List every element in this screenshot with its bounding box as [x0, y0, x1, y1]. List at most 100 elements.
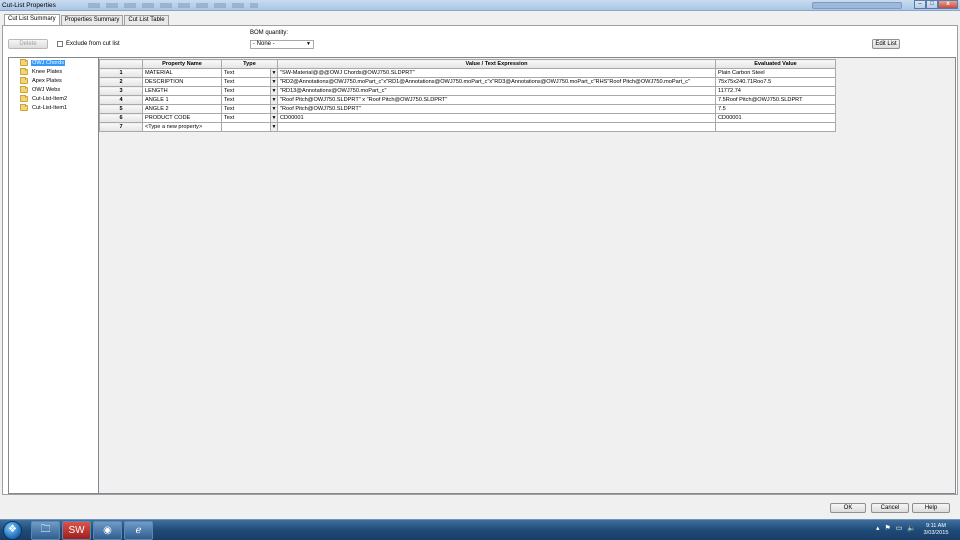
row-number[interactable]: 5 — [99, 104, 143, 114]
evaluated-value-cell: 75x75x240.71Roo7.5 — [715, 77, 836, 87]
row-number[interactable]: 7 — [99, 122, 143, 132]
tray-arrow-icon[interactable]: ▴ — [876, 524, 880, 532]
clock-time: 9:11 AM — [925, 523, 947, 529]
value-expression-cell[interactable]: "RD2@Annotations@OWJ750.moPart_c"x"RD1@A… — [277, 77, 716, 87]
minimize-button[interactable]: – — [914, 0, 926, 9]
header-evaluated-value[interactable]: Evaluated Value — [715, 59, 836, 69]
tab-cut-list-table[interactable]: Cut List Table — [124, 15, 169, 25]
chevron-down-icon[interactable]: ▼ — [270, 87, 277, 95]
window-titlebar: Cut-List Properties – □ x — [0, 0, 960, 11]
taskbar-clock[interactable]: 9:11 AM 3/03/2015 — [916, 523, 956, 537]
folder-icon — [20, 95, 28, 102]
tree-item-apex-plates[interactable]: Apex Plates — [20, 77, 63, 85]
evaluated-value-cell: 7.5Roof Pitch@OWJ750.SLDPRT — [715, 95, 836, 105]
table-header-row: Property Name Type Value / Text Expressi… — [99, 59, 836, 69]
window-title: Cut-List Properties — [2, 2, 56, 9]
chevron-down-icon[interactable]: ▼ — [270, 78, 277, 86]
row-number[interactable]: 2 — [99, 77, 143, 87]
property-name-cell[interactable]: ANGLE 1 — [142, 95, 222, 105]
property-name-cell[interactable]: MATERIAL — [142, 68, 222, 78]
tab-strip: Cut List Summary Properties Summary Cut … — [4, 14, 170, 25]
header-row-number — [99, 59, 143, 69]
table-row: 2 DESCRIPTION Text ▼ "RD2@Annotations@OWJ… — [99, 77, 836, 87]
folder-icon — [20, 77, 28, 84]
type-cell[interactable]: Text ▼ — [221, 77, 278, 87]
tree-item-knee-plates[interactable]: Knee Plates — [20, 68, 63, 76]
cancel-button[interactable]: Cancel — [871, 503, 909, 513]
internet-explorer-icon[interactable]: ℯ — [124, 521, 153, 540]
type-value: Text — [224, 79, 235, 85]
value-expression-cell[interactable]: "Roof Pitch@OWJ750.SLDPRT" — [277, 104, 716, 114]
close-button[interactable]: x — [938, 0, 958, 9]
evaluated-value-cell — [715, 122, 836, 132]
evaluated-value-cell: 7.5 — [715, 104, 836, 114]
value-expression-cell[interactable]: "Roof Pitch@OWJ750.SLDPRT" x "Roof Pitch… — [277, 95, 716, 105]
explorer-folder-icon[interactable]: 🗀 — [31, 521, 60, 540]
tab-properties-summary[interactable]: Properties Summary — [60, 15, 124, 25]
tree-item-label: OWJ Chords — [31, 60, 66, 66]
value-expression-cell[interactable]: "RD13@Annotations@OWJ750.moPart_c" — [277, 86, 716, 96]
header-type[interactable]: Type — [221, 59, 278, 69]
cut-list-tree: OWJ Chords Knee Plates Apex Plates OWJ W… — [8, 57, 99, 494]
chevron-down-icon: ▼ — [306, 41, 311, 47]
media-app-icon[interactable]: ◉ — [93, 521, 122, 540]
chevron-down-icon[interactable]: ▼ — [270, 96, 277, 104]
network-icon[interactable]: ▭ — [896, 524, 903, 532]
type-value: Text — [224, 70, 235, 76]
property-name-cell[interactable]: LENGTH — [142, 86, 222, 96]
type-value: Text — [224, 88, 235, 94]
chevron-down-icon[interactable]: ▼ — [270, 123, 277, 131]
row-number[interactable]: 6 — [99, 113, 143, 123]
tab-cut-list-summary[interactable]: Cut List Summary — [4, 14, 60, 25]
edit-list-button[interactable]: Edit List — [872, 39, 900, 49]
property-name-cell[interactable]: DESCRIPTION — [142, 77, 222, 87]
tree-item-label: OWJ Webs — [32, 87, 61, 93]
evaluated-value-cell: 11772.74 — [715, 86, 836, 96]
chevron-down-icon[interactable]: ▼ — [270, 114, 277, 122]
solidworks-app-icon[interactable]: SW — [62, 521, 91, 540]
type-cell[interactable]: Text ▼ — [221, 104, 278, 114]
value-expression-cell[interactable]: CD00001 — [277, 113, 716, 123]
tree-item-owj-webs[interactable]: OWJ Webs — [20, 86, 61, 94]
type-value: Text — [224, 106, 235, 112]
type-value: Text — [224, 115, 235, 121]
type-cell[interactable]: Text ▼ — [221, 95, 278, 105]
type-cell[interactable]: ▼ — [221, 122, 278, 132]
tree-item-cut-list-item2[interactable]: Cut-List-Item2 — [20, 95, 68, 103]
evaluated-value-cell: Plain Carbon Steel — [715, 68, 836, 78]
background-search-box — [812, 2, 902, 9]
windows-taskbar: 🗀 SW ◉ ℯ ▴ ⚑ ▭ 🔈 9:11 AM 3/03/2015 — [0, 519, 960, 540]
property-name-cell[interactable]: ANGLE 2 — [142, 104, 222, 114]
folder-icon — [20, 68, 28, 75]
chevron-down-icon[interactable]: ▼ — [270, 69, 277, 77]
speaker-icon[interactable]: 🔈 — [907, 524, 916, 532]
type-cell[interactable]: Text ▼ — [221, 113, 278, 123]
tree-item-cut-list-item1[interactable]: Cut-List-Item1 — [20, 104, 68, 112]
maximize-button[interactable]: □ — [926, 0, 938, 9]
type-cell[interactable]: Text ▼ — [221, 68, 278, 78]
row-number[interactable]: 4 — [99, 95, 143, 105]
tree-item-owj-chords[interactable]: OWJ Chords — [20, 59, 66, 67]
new-property-cell[interactable]: <Type a new property> — [142, 122, 222, 132]
tree-item-label: Knee Plates — [32, 69, 63, 75]
value-expression-cell[interactable]: "SW-Material@@@OWJ Chords@OWJ750.SLDPRT" — [277, 68, 716, 78]
table-row: 6 PRODUCT CODE Text ▼ CD00001 CD00001 — [99, 113, 836, 123]
type-cell[interactable]: Text ▼ — [221, 86, 278, 96]
start-button[interactable] — [3, 521, 22, 540]
delete-button[interactable]: Delete — [8, 39, 48, 49]
chevron-down-icon[interactable]: ▼ — [270, 105, 277, 113]
tree-item-label: Cut-List-Item2 — [32, 96, 68, 102]
help-button[interactable]: Help — [912, 503, 950, 513]
header-property-name[interactable]: Property Name — [142, 59, 222, 69]
header-value-expression[interactable]: Value / Text Expression — [277, 59, 716, 69]
bom-quantity-label: BOM quantity: — [250, 30, 289, 36]
row-number[interactable]: 1 — [99, 68, 143, 78]
folder-icon — [20, 104, 28, 111]
exclude-checkbox[interactable] — [57, 41, 63, 47]
ok-button[interactable]: OK — [830, 503, 866, 513]
value-expression-cell[interactable] — [277, 122, 716, 132]
flag-icon[interactable]: ⚑ — [885, 524, 891, 532]
bom-quantity-select[interactable]: - None - ▼ — [250, 40, 314, 49]
property-name-cell[interactable]: PRODUCT CODE — [142, 113, 222, 123]
row-number[interactable]: 3 — [99, 86, 143, 96]
